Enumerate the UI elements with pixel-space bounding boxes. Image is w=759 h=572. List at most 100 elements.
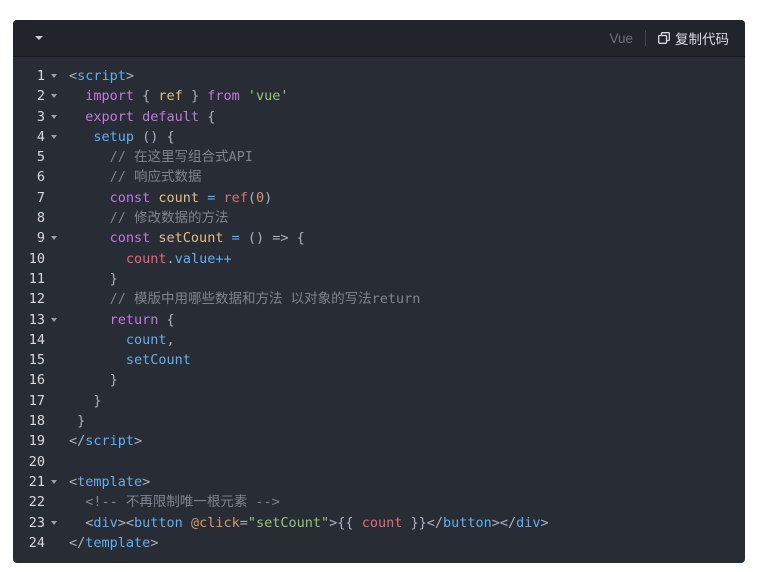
code-text: // 模版中用哪些数据和方法 以对象的写法return [69,289,421,309]
code-token: = [223,230,248,247]
code-token: </ [69,534,86,551]
line-number: 11 [28,270,45,287]
code-token: < [69,473,78,490]
code-line: 10 count.value++ [13,249,745,269]
code-line: 20 [13,452,745,472]
line-number: 24 [28,534,45,551]
code-token: script [85,433,135,450]
code-line: 17 } [13,391,745,411]
code-token: const [69,189,151,206]
code-token: setCount [158,230,224,247]
code-token: setCount [69,352,191,369]
code-token: ) [264,189,273,206]
line-number: 22 [28,494,45,511]
line-number: 1 [36,68,45,84]
fold-arrow-icon[interactable] [51,520,57,525]
code-line: 5 // 在这里写组合式API [13,147,745,167]
code-text: } [69,411,85,431]
code-line: 19 </script> [13,431,745,451]
code-line: 12 // 模版中用哪些数据和方法 以对象的写法return [13,289,745,309]
fold-arrow-icon[interactable] [51,479,57,484]
code-token: <!-- 不再限制唯一根元素 --> [69,494,280,511]
code-token: 0 [255,189,265,206]
line-number: 21 [28,473,45,490]
code-token: div [93,514,118,531]
fold-arrow-icon[interactable] [51,317,57,322]
code-block: Vue 复制代码 1 <script> 2 import { ref } from … [13,20,745,563]
fold-arrow-icon[interactable] [51,74,57,78]
code-token: > [125,68,135,84]
code-token: count [361,514,403,531]
code-token: >< [117,514,135,531]
code-token: // 模版中用哪些数据和方法 以对象的写法return [69,291,421,308]
fold-arrow-icon[interactable] [51,236,57,241]
code-text: export default { [69,107,215,127]
code-token: template [77,473,143,490]
code-token: { [199,108,216,125]
code-text: setup () { [69,127,174,147]
code-token: count [69,331,167,348]
code-line: 7 const count = ref(0) [13,188,745,208]
code-token: button [442,514,492,531]
code-line: 15 setCount [13,350,745,370]
code-token: = [199,189,224,206]
code-token: } [182,88,208,105]
code-token: value [174,250,216,267]
code-token: { [134,88,159,105]
code-token: = [239,514,248,531]
line-number: 18 [28,413,45,430]
code-text: </script> [69,431,142,451]
copy-icon [658,32,670,44]
code-token: default [142,108,200,125]
line-number: 16 [28,372,45,389]
code-token: } [69,270,118,287]
code-line: 9 const setCount = () => { [13,228,745,248]
line-number: 14 [28,331,45,348]
line-number: 15 [28,352,45,369]
code-token: > [540,514,549,531]
code-token: > [134,433,143,450]
code-text: setCount [69,350,191,370]
code-toolbar: Vue 复制代码 [13,20,745,57]
code-token: > [150,534,159,551]
code-token: template [85,534,151,551]
fold-arrow-icon[interactable] [51,134,57,139]
line-number: 10 [28,250,45,267]
line-number: 19 [28,433,45,450]
code-line: 11 } [13,269,745,289]
code-text: const count = ref(0) [69,188,273,208]
fold-arrow-icon[interactable] [51,114,57,119]
line-number: 23 [28,514,45,531]
code-token: ( [247,189,256,206]
code-text: } [69,391,101,411]
code-token: "setCount" [247,514,330,531]
fold-arrow-icon[interactable] [51,94,57,99]
line-number: 9 [36,230,45,247]
code-line: 21 <template> [13,472,745,492]
code-text: <div><button @click="setCount">{{ count … [69,513,549,533]
line-number: 4 [36,128,45,145]
code-text: // 修改数据的方法 [69,208,229,228]
code-text: return { [69,310,175,330]
caret-down-icon[interactable] [29,28,49,48]
code-token: // 在这里写组合式API [69,149,253,166]
code-token: { [158,311,175,328]
code-text: count, [69,330,175,350]
code-line: 22 <!-- 不再限制唯一根元素 --> [13,492,745,512]
code-body: 1 <script> 2 import { ref } from 'vue' 3 ex… [13,57,745,553]
line-number: 7 [36,189,45,206]
code-token: script [77,68,126,84]
line-number: 17 [28,392,45,409]
code-text: </template> [69,533,158,553]
line-number: 8 [36,210,45,227]
code-token: count [158,189,200,206]
toolbar-divider [645,30,646,46]
code-line: 14 count, [13,330,745,350]
code-token: < [69,68,78,84]
code-text: import { ref } from 'vue' [69,86,288,106]
copy-code-button[interactable]: 复制代码 [658,28,729,48]
code-token: . [166,250,175,267]
